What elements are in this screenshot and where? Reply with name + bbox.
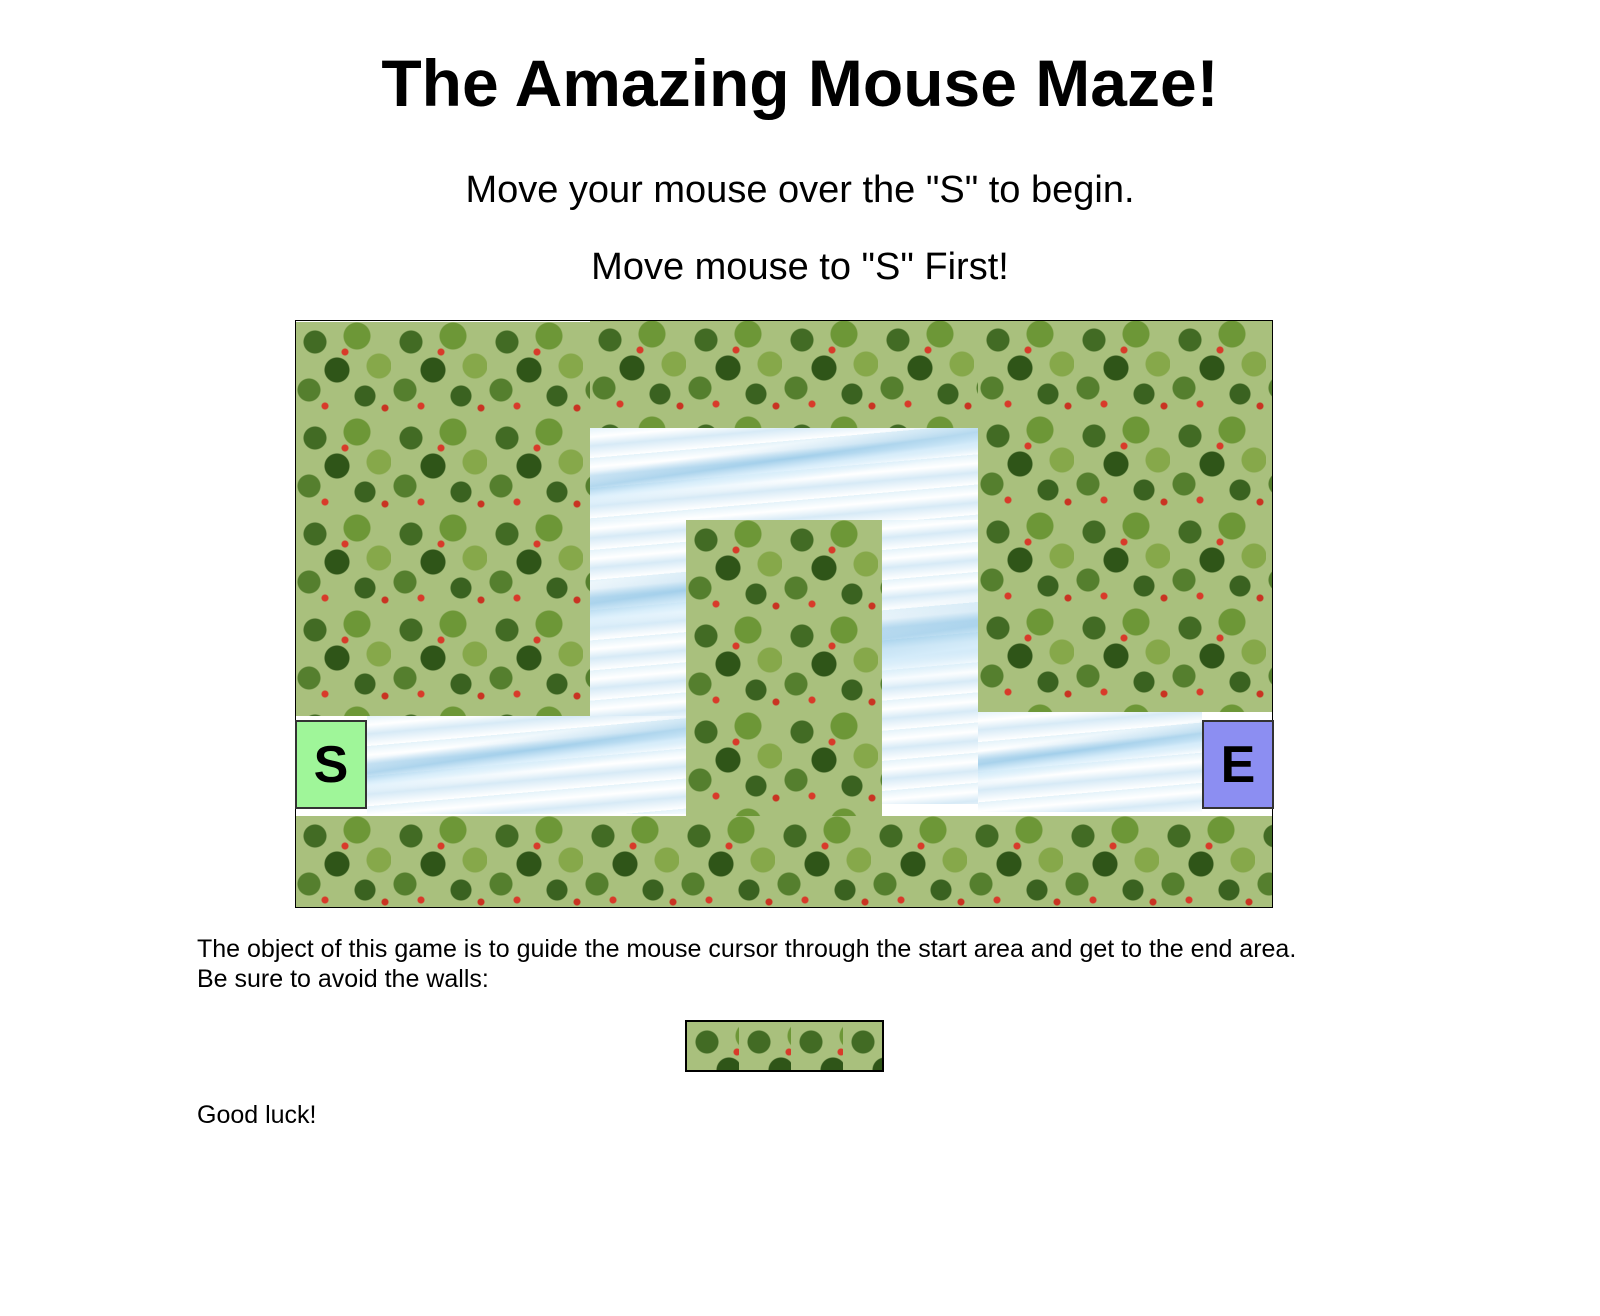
maze-path-start-corridor[interactable] — [367, 716, 686, 814]
maze-path-top-channel[interactable] — [590, 428, 978, 520]
game-description: The object of this game is to guide the … — [197, 935, 1297, 963]
wall-sample-image — [685, 1020, 884, 1072]
good-luck-text: Good luck! — [197, 1101, 317, 1129]
maze-wall-top-middle[interactable] — [590, 320, 978, 428]
page-title: The Amazing Mouse Maze! — [381, 46, 1219, 120]
maze-path-right-column[interactable] — [882, 520, 978, 804]
maze-wall-top-right[interactable] — [978, 320, 1272, 712]
status-message: Move mouse to "S" First! — [591, 246, 1009, 288]
start-zone[interactable]: S — [295, 720, 367, 809]
maze-wall-top-left[interactable] — [295, 322, 590, 716]
maze-wall-bottom[interactable] — [295, 816, 1273, 908]
wall-warning: Be sure to avoid the walls: — [197, 965, 489, 993]
maze-path-left-column[interactable] — [590, 520, 686, 716]
begin-instruction: Move your mouse over the "S" to begin. — [465, 169, 1135, 211]
maze-wall-center[interactable] — [686, 520, 882, 816]
end-zone[interactable]: E — [1202, 720, 1274, 809]
maze-path-end-corridor[interactable] — [978, 712, 1202, 812]
